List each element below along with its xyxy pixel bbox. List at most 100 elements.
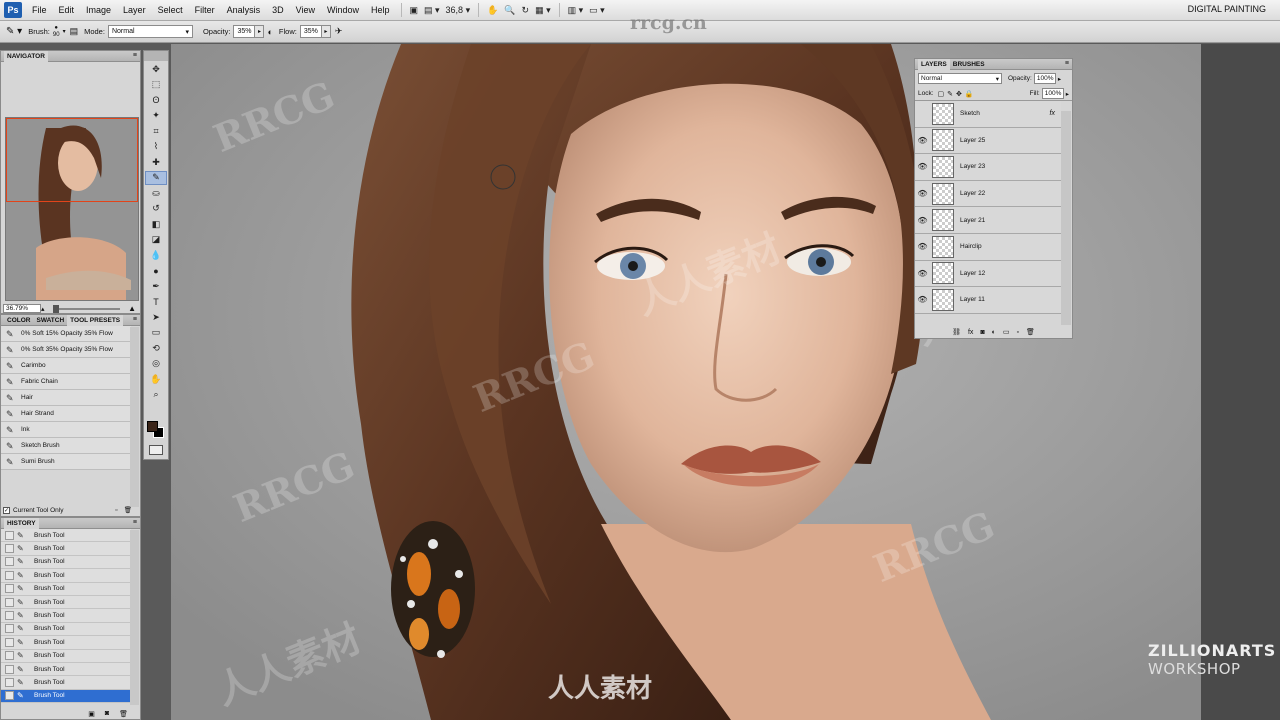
history-item[interactable]: ✎ Brush Tool <box>1 689 131 704</box>
menu-help[interactable]: Help <box>365 5 396 15</box>
blur-tool-icon[interactable]: 💧 <box>145 248 167 263</box>
history-item[interactable]: ✎ Brush Tool <box>1 662 131 677</box>
toolbox-grip[interactable] <box>144 51 168 61</box>
flow-slider-arrow-icon[interactable]: ▸ <box>321 25 331 38</box>
crop-tool-icon[interactable]: ⌗ <box>145 124 167 139</box>
brush-size-picker[interactable]: ● 90 <box>53 25 60 39</box>
preset-item[interactable]: ✎ 0% Soft 35% Opacity 35% Flow <box>1 342 131 358</box>
history-item[interactable]: ✎ Brush Tool <box>1 622 131 637</box>
menu-edit[interactable]: Edit <box>53 5 81 15</box>
zoom-tool-icon[interactable]: 🔍 <box>504 3 515 17</box>
new-document-from-state-icon[interactable]: ▣ <box>88 710 95 718</box>
trash-icon[interactable]: 🗑 <box>119 710 128 718</box>
history-snapshot-checkbox[interactable] <box>5 664 14 674</box>
hand-tool-icon[interactable]: ✋ <box>487 3 498 17</box>
quick-mask-icon[interactable] <box>149 445 163 455</box>
tab-brushes[interactable]: BRUSHES <box>950 59 988 70</box>
move-tool-icon[interactable]: ✥ <box>145 62 167 77</box>
layer-row[interactable]: 👁 Layer 25 <box>915 127 1061 155</box>
trash-icon[interactable]: 🗑 <box>1026 328 1035 336</box>
menu-3d[interactable]: 3D <box>266 5 290 15</box>
history-item[interactable]: ✎ Brush Tool <box>1 609 131 623</box>
brush-picker-arrow-icon[interactable]: ▾ <box>63 28 66 35</box>
preset-item[interactable]: ✎ Fabric Chain <box>1 374 131 390</box>
rectangle-tool-icon[interactable]: ▭ <box>145 326 167 341</box>
camera-icon[interactable]: ◙ <box>105 710 109 717</box>
visibility-eye-icon[interactable]: 👁 <box>915 136 930 145</box>
layer-row[interactable]: 👁 Layer 12 <box>915 260 1061 288</box>
3d-orbit-tool-icon[interactable]: ◎ <box>145 357 167 372</box>
layer-opacity-input[interactable]: 100% <box>1033 73 1056 84</box>
pressure-opacity-icon[interactable]: ◐ <box>267 27 272 37</box>
history-item[interactable]: ✎ Brush Tool <box>1 582 131 596</box>
eyedropper-tool-icon[interactable]: ⌇ <box>145 140 167 155</box>
eraser-tool-icon[interactable]: ◧ <box>145 217 167 232</box>
flow-input[interactable]: 35% <box>299 25 322 38</box>
history-item[interactable]: ✎ Brush Tool <box>1 595 131 610</box>
layers-scrollbar[interactable] <box>1061 111 1071 325</box>
visibility-eye-icon[interactable]: 👁 <box>915 242 930 251</box>
history-snapshot-checkbox[interactable] <box>5 584 14 594</box>
dodge-tool-icon[interactable]: ● <box>145 264 167 279</box>
preset-item[interactable]: ✎ Ink <box>1 422 131 438</box>
history-item[interactable]: ✎ Brush Tool <box>1 555 131 570</box>
visibility-eye-icon[interactable]: 👁 <box>915 295 930 304</box>
preset-item[interactable]: ✎ 0% Soft 15% Opacity 35% Flow <box>1 326 131 342</box>
preset-item[interactable]: ✎ Hair <box>1 390 131 406</box>
tab-layers[interactable]: LAYERS <box>918 58 950 70</box>
lasso-tool-icon[interactable]: ʘ <box>145 93 167 108</box>
healing-brush-tool-icon[interactable]: ✚ <box>145 155 167 170</box>
menu-image[interactable]: Image <box>80 5 117 15</box>
tab-tool-presets[interactable]: TOOL PRESETS <box>67 314 124 326</box>
history-snapshot-checkbox[interactable] <box>5 651 14 661</box>
preset-item[interactable]: ✎ Sketch Brush <box>1 438 131 454</box>
history-item[interactable]: ✎ Brush Tool <box>1 649 131 663</box>
view-extras-icon[interactable]: ▤ ▾ <box>424 3 440 17</box>
panel-menu-icon[interactable]: ≡ <box>1065 60 1069 67</box>
history-snapshot-checkbox[interactable] <box>5 677 14 687</box>
menu-layer[interactable]: Layer <box>117 5 152 15</box>
panel-menu-icon[interactable]: ≡ <box>133 519 137 526</box>
history-item[interactable]: ✎ Brush Tool <box>1 636 131 650</box>
layer-row[interactable]: 👁 Layer 22 <box>915 180 1061 208</box>
fill-slider-arrow-icon[interactable]: ▸ <box>1066 90 1069 98</box>
screen-mode-icon[interactable]: ▭ ▾ <box>589 3 605 17</box>
3d-rotate-tool-icon[interactable]: ⟲ <box>145 341 167 356</box>
history-snapshot-checkbox[interactable] <box>5 611 14 621</box>
history-scrollbar[interactable] <box>130 530 139 705</box>
history-snapshot-checkbox[interactable] <box>5 544 14 554</box>
preset-item[interactable]: ✎ Carimbo <box>1 358 131 374</box>
menu-file[interactable]: File <box>26 5 53 15</box>
layer-row[interactable]: 👁 Hairclip <box>915 233 1061 261</box>
history-item[interactable]: ✎ Brush Tool <box>1 529 131 543</box>
layer-row[interactable]: 👁 Layer 11 <box>915 287 1061 314</box>
visibility-eye-icon[interactable]: 👁 <box>915 189 930 198</box>
opacity-input[interactable]: 35% <box>233 25 256 38</box>
preset-item[interactable]: ✎ Sumi Brush <box>1 454 131 470</box>
zoom-tool-icon[interactable]: ⌕ <box>145 388 167 403</box>
zoom-in-icon[interactable]: ▲ <box>128 304 136 313</box>
zoom-level-control[interactable]: 36,8 ▾ <box>446 3 471 17</box>
lock-options-icon[interactable]: ▢✎✥🔒 <box>938 90 977 98</box>
navigator-thumbnail[interactable] <box>5 117 139 301</box>
history-item[interactable]: ✎ Brush Tool <box>1 569 131 583</box>
fx-badge-icon[interactable]: fx <box>1050 110 1055 117</box>
navigator-view-box[interactable] <box>6 118 138 202</box>
preset-item[interactable]: ✎ Hair Strand <box>1 406 131 422</box>
history-brush-tool-icon[interactable]: ↺ <box>145 202 167 217</box>
menu-filter[interactable]: Filter <box>189 5 221 15</box>
navigator-zoom-input[interactable]: 36.79% <box>3 304 41 313</box>
history-snapshot-checkbox[interactable] <box>5 597 14 607</box>
visibility-eye-icon[interactable]: 👁 <box>915 269 930 278</box>
fill-input[interactable]: 100% <box>1041 88 1064 99</box>
clone-stamp-tool-icon[interactable]: ⛀ <box>145 186 167 201</box>
new-layer-icon[interactable]: ▫ <box>1017 329 1019 336</box>
arrange-documents-icon[interactable]: ▥ ▾ <box>568 3 584 17</box>
trash-icon[interactable]: 🗑 <box>124 506 132 514</box>
airbrush-icon[interactable]: ✈ <box>335 26 343 37</box>
visibility-eye-icon[interactable]: 👁 <box>915 216 930 225</box>
panel-menu-icon[interactable]: ≡ <box>133 52 137 59</box>
tab-navigator[interactable]: NAVIGATOR <box>4 50 48 62</box>
history-snapshot-checkbox[interactable] <box>5 637 14 647</box>
gradient-tool-icon[interactable]: ◪ <box>145 233 167 248</box>
